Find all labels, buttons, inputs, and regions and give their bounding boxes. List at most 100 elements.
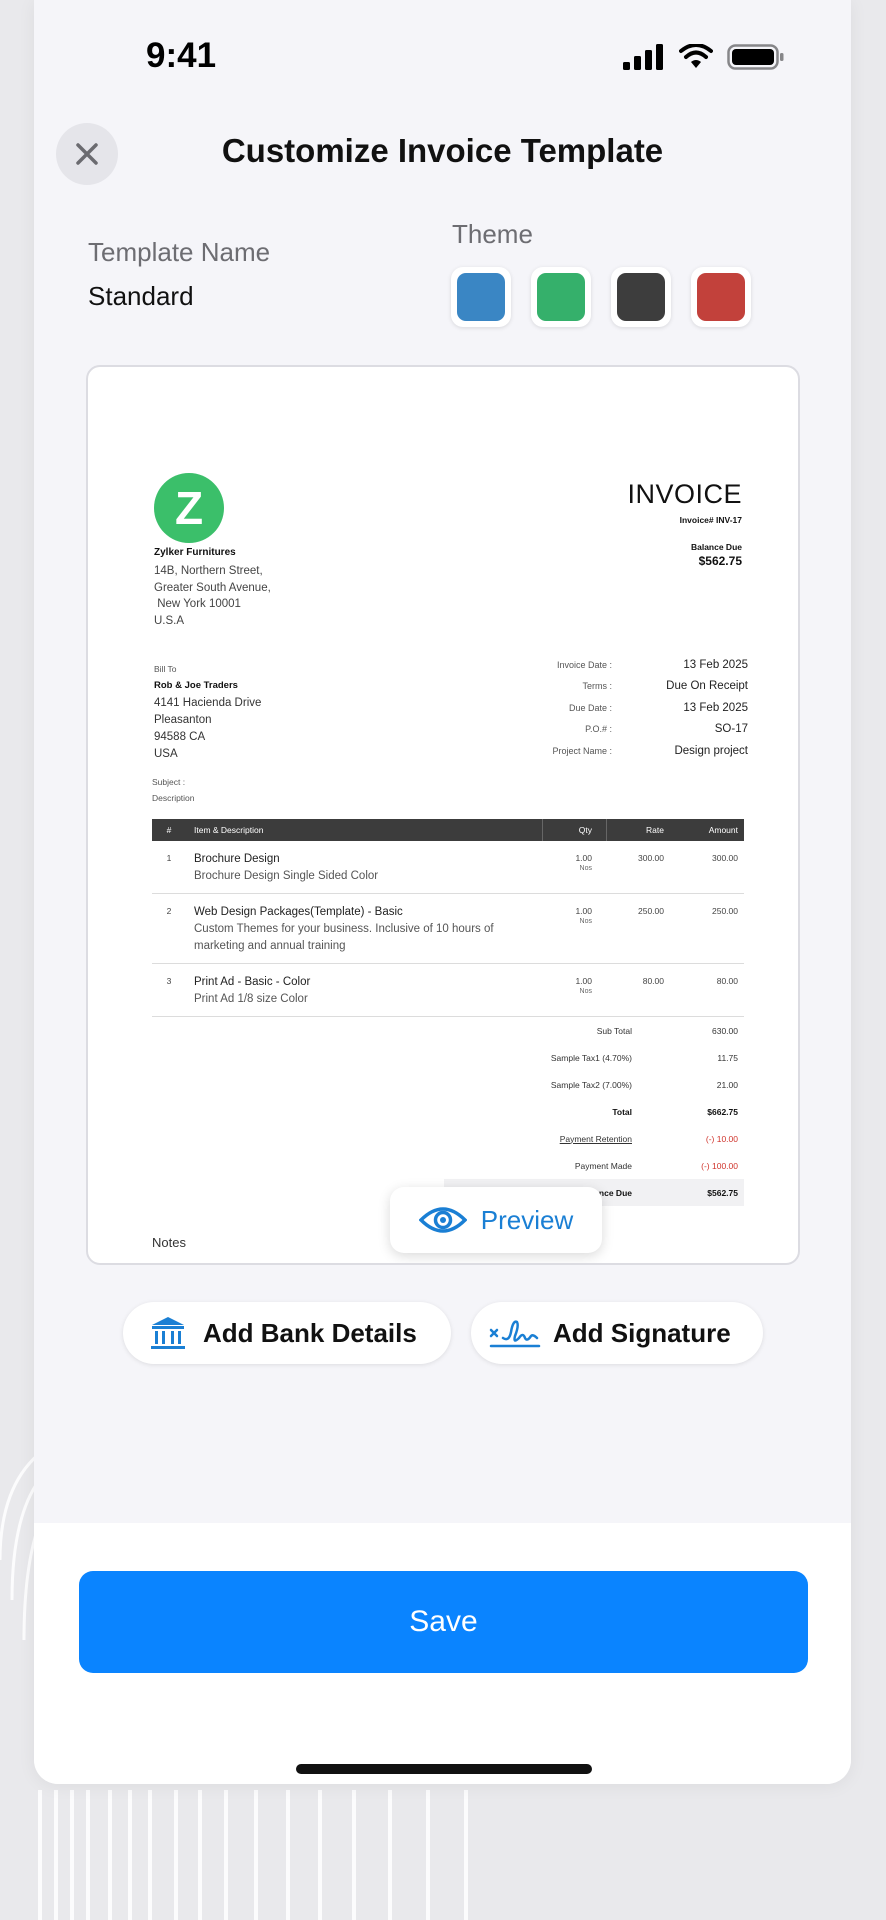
description-label: Description [152, 793, 195, 803]
items-table: # Item & Description Qty Rate Amount 1 B… [152, 819, 744, 1017]
qty-value: 1.00 [575, 853, 592, 863]
add-bank-details-button[interactable]: Add Bank Details [123, 1302, 451, 1364]
swatch-color [537, 273, 585, 321]
add-signature-button[interactable]: Add Signature [471, 1302, 763, 1364]
item-description: Brochure Design Single Sided Color [194, 870, 379, 882]
bill-to-label: Bill To [154, 664, 177, 674]
status-icons [623, 44, 785, 70]
total-key: Payment Made [574, 1160, 632, 1171]
add-bank-details-label: Add Bank Details [203, 1317, 417, 1348]
item-description: Custom Themes for your business. Inclusi… [194, 923, 494, 952]
address-line: 14B, Northern Street, [154, 565, 263, 577]
meta-value: Due On Receipt [666, 680, 748, 693]
meta-key: Project Name : [552, 745, 612, 756]
home-indicator [296, 1764, 592, 1774]
theme-swatch-blue[interactable] [451, 267, 511, 327]
qty-value: 1.00 [575, 976, 592, 986]
total-value: 11.75 [717, 1052, 738, 1063]
meta-key: Invoice Date : [556, 659, 612, 670]
total-value: $562.75 [707, 1187, 738, 1198]
total-value: 21.00 [716, 1079, 738, 1090]
eye-icon [418, 1207, 467, 1233]
table-row: 2 Web Design Packages(Template) - Basic … [152, 894, 744, 964]
balance-due-label: Balance Due [690, 542, 742, 552]
total-value: (-) 10.00 [705, 1133, 738, 1144]
row-rate: 300.00 [638, 853, 664, 863]
company-logo: Z [154, 473, 224, 543]
header-num: # [166, 825, 172, 835]
theme-label: Theme [452, 219, 533, 249]
app-screen: 9:41 Customize Invoice Template Template… [34, 0, 851, 1784]
row-num: 3 [166, 976, 172, 986]
row-item: Web Design Packages(Template) - Basic Cu… [186, 904, 542, 955]
qty-unit: Nos [579, 918, 592, 925]
bank-icon [151, 1317, 185, 1349]
row-num: 2 [166, 906, 172, 916]
total-value: 630.00 [712, 1025, 738, 1036]
table-row: 3 Print Ad - Basic - Color Print Ad 1/8 … [152, 964, 744, 1017]
row-item: Brochure Design Brochure Design Single S… [186, 851, 542, 885]
item-description: Print Ad 1/8 size Color [194, 993, 308, 1005]
page-title: Customize Invoice Template [221, 132, 664, 169]
invoice-number: Invoice# INV-17 [679, 515, 742, 525]
meta-row: Project Name : Design project [518, 740, 748, 762]
signal-icon [623, 44, 663, 70]
swatch-color [617, 273, 665, 321]
theme-swatch-red[interactable] [691, 267, 751, 327]
meta-value: SO-17 [714, 723, 748, 736]
theme-swatch-green[interactable] [531, 267, 591, 327]
add-signature-label: Add Signature [553, 1317, 731, 1348]
total-row-retention: Payment Retention (-) 10.00 [444, 1125, 744, 1152]
status-time: 9:41 [146, 36, 217, 75]
theme-swatch-dark[interactable] [611, 267, 671, 327]
item-name: Print Ad - Basic - Color [194, 976, 311, 988]
row-item: Print Ad - Basic - Color Print Ad 1/8 si… [186, 974, 542, 1008]
theme-swatches [451, 267, 751, 327]
footer: Save [34, 1523, 851, 1784]
meta-row: Invoice Date : 13 Feb 2025 [518, 654, 748, 676]
meta-key: Due Date : [568, 702, 612, 713]
table-row: 1 Brochure Design Brochure Design Single… [152, 841, 744, 894]
address-line: Pleasanton [154, 714, 212, 726]
preview-button[interactable]: Preview [390, 1187, 602, 1253]
row-num: 1 [166, 853, 172, 863]
total-row-subtotal: Sub Total 630.00 [444, 1017, 744, 1044]
address-line: U.S.A [154, 614, 185, 627]
save-button[interactable]: Save [79, 1571, 808, 1673]
row-qty: 1.00 Nos [542, 904, 606, 925]
organization-name: Zylker Furnitures [154, 547, 236, 558]
subject-label: Subject : [152, 777, 186, 787]
row-qty: 1.00 Nos [542, 851, 606, 872]
total-value: $662.75 [707, 1106, 738, 1117]
row-amount: 300.00 [712, 853, 738, 863]
bill-to-name: Rob & Joe Traders [154, 680, 238, 691]
swatch-color [697, 273, 745, 321]
wifi-icon [679, 44, 713, 68]
meta-value: 13 Feb 2025 [683, 701, 748, 714]
qty-unit: Nos [579, 865, 592, 872]
notes-label: Notes [152, 1235, 186, 1250]
invoice-preview-card: Z Zylker Furnitures 14B, Northern Street… [86, 365, 800, 1265]
qty-unit: Nos [579, 988, 592, 995]
qty-value: 1.00 [575, 906, 592, 916]
total-key: Total [612, 1106, 632, 1117]
table-header: # Item & Description Qty Rate Amount [152, 819, 744, 841]
meta-key: Terms : [582, 681, 612, 692]
total-row-payment-made: Payment Made (-) 100.00 [444, 1152, 744, 1179]
address-line: 4141 Hacienda Drive [154, 697, 262, 709]
total-key: Sub Total [596, 1025, 632, 1036]
swatch-color [457, 273, 505, 321]
address-line: USA [154, 748, 178, 760]
meta-row: Terms : Due On Receipt [518, 676, 748, 698]
total-value: (-) 100.00 [701, 1160, 738, 1171]
template-name-value[interactable]: Standard [88, 281, 194, 312]
item-name: Brochure Design [194, 853, 280, 865]
header-item: Item & Description [194, 825, 264, 835]
item-name: Web Design Packages(Template) - Basic [194, 906, 403, 918]
organization-address: 14B, Northern Street, Greater South Aven… [154, 563, 271, 629]
meta-row: P.O.# : SO-17 [518, 719, 748, 741]
template-name-label: Template Name [88, 237, 271, 267]
invoice-document: Z Zylker Furnitures 14B, Northern Street… [88, 367, 798, 1263]
status-bar: 9:41 [34, 0, 851, 110]
invoice-meta: Invoice Date : 13 Feb 2025 Terms : Due O… [518, 654, 748, 762]
